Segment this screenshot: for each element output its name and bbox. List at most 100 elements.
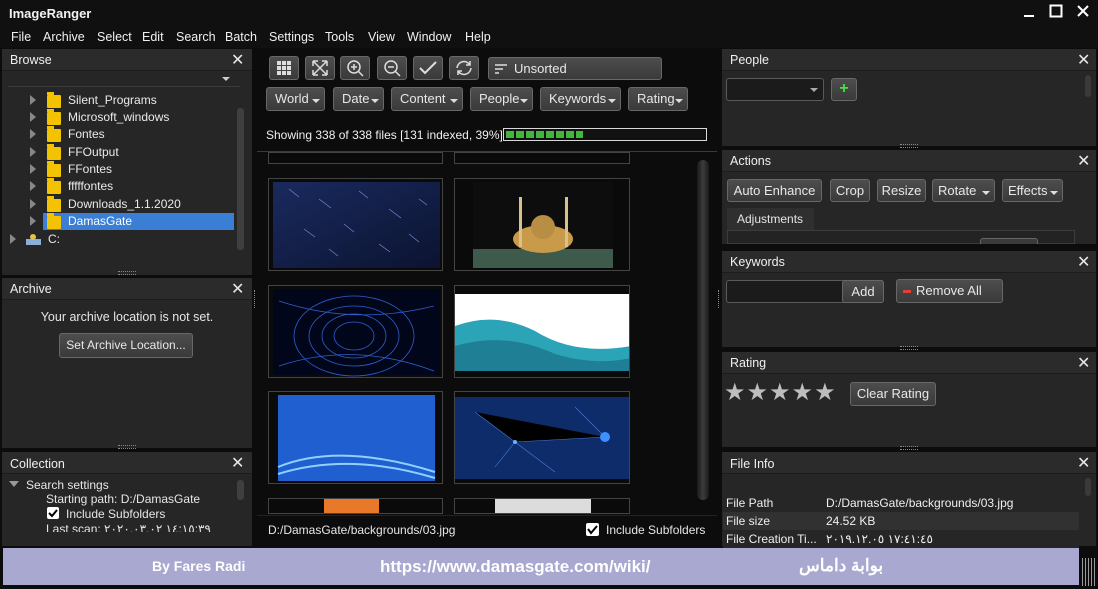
filter-date[interactable]: Date [333, 87, 384, 111]
image-thumbnail[interactable] [454, 391, 630, 484]
thumbnail-scrollbar[interactable] [697, 160, 709, 500]
menu-view[interactable]: View [368, 30, 395, 44]
resize-grip[interactable] [118, 445, 136, 449]
auto-enhance-button[interactable]: Auto Enhance [727, 179, 822, 202]
tab-adjustments[interactable]: Adjustments [727, 208, 814, 230]
image-thumbnail[interactable] [268, 498, 443, 514]
tree-item-folder[interactable]: Microsoft_windows [28, 109, 234, 126]
clear-rating-button[interactable]: Clear Rating [850, 382, 936, 406]
star-icon[interactable]: ★ [724, 379, 746, 406]
image-thumbnail[interactable] [454, 178, 630, 271]
expand-icon[interactable] [30, 181, 36, 191]
add-keyword-button[interactable]: Add [842, 280, 884, 303]
remove-all-button[interactable]: Remove All [896, 279, 1003, 303]
rating-stars[interactable]: ★★★★★ [724, 378, 837, 408]
close-icon[interactable]: ✕ [1077, 353, 1090, 373]
tree-item-folder[interactable]: fffffontes [28, 178, 234, 195]
zoom-in-icon[interactable] [340, 56, 370, 80]
expand-icon[interactable] [30, 129, 36, 139]
filter-keywords[interactable]: Keywords [540, 87, 621, 111]
resize-button[interactable]: Resize [877, 179, 926, 202]
resize-grip[interactable] [900, 144, 918, 148]
browse-dropdown-icon[interactable] [222, 77, 230, 81]
image-thumbnail[interactable] [268, 391, 443, 484]
filter-world[interactable]: World [266, 87, 325, 111]
filter-content[interactable]: Content [391, 87, 463, 111]
refresh-icon[interactable] [449, 56, 479, 80]
zoom-out-icon[interactable] [377, 56, 407, 80]
browse-scrollbar[interactable] [237, 108, 244, 250]
rotate-button[interactable]: Rotate [932, 179, 995, 202]
expand-icon[interactable] [30, 95, 36, 105]
splitter-grip[interactable] [718, 290, 721, 308]
sort-dropdown[interactable]: Unsorted [488, 57, 662, 80]
close-icon[interactable]: ✕ [1077, 252, 1090, 272]
expand-icon[interactable] [30, 112, 36, 122]
expand-icon[interactable] [30, 199, 36, 209]
menu-tools[interactable]: Tools [325, 30, 354, 44]
people-scrollbar[interactable] [1085, 75, 1091, 97]
menu-edit[interactable]: Edit [142, 30, 164, 44]
close-icon[interactable]: ✕ [231, 453, 244, 473]
checkmark-icon[interactable] [413, 56, 443, 80]
tree-item-folder[interactable]: Fontes [28, 126, 234, 143]
close-window-icon[interactable] [1072, 4, 1094, 24]
splitter-grip[interactable] [254, 290, 257, 308]
filter-people[interactable]: People [470, 87, 533, 111]
fileinfo-scrollbar[interactable] [1085, 478, 1091, 496]
star-icon[interactable]: ★ [814, 379, 836, 406]
effects-button[interactable]: Effects [1002, 179, 1063, 202]
include-subfolders-checkbox[interactable] [586, 523, 599, 536]
collapse-icon[interactable] [9, 481, 19, 487]
resize-handle[interactable] [1082, 558, 1096, 586]
image-thumbnail[interactable] [454, 285, 630, 378]
star-icon[interactable]: ★ [792, 379, 814, 406]
menu-file[interactable]: File [11, 30, 31, 44]
image-thumbnail[interactable] [454, 498, 630, 514]
menu-select[interactable]: Select [97, 30, 132, 44]
image-thumbnail[interactable] [268, 152, 443, 164]
crop-button[interactable]: Crop [830, 179, 870, 202]
image-thumbnail[interactable] [454, 152, 630, 164]
menu-search[interactable]: Search [176, 30, 216, 44]
close-icon[interactable]: ✕ [1077, 453, 1090, 473]
expand-icon[interactable] [30, 216, 36, 226]
tree-item-folder[interactable]: Silent_Programs [28, 92, 234, 109]
expand-icon[interactable] [30, 147, 36, 157]
resize-grip[interactable] [900, 446, 918, 450]
include-subfolders-checkbox[interactable] [47, 507, 59, 519]
adjustment-control[interactable] [980, 238, 1038, 244]
close-icon[interactable]: ✕ [231, 50, 244, 70]
set-archive-location-button[interactable]: Set Archive Location... [59, 333, 193, 358]
expand-icon[interactable] [10, 234, 16, 244]
menu-settings[interactable]: Settings [269, 30, 314, 44]
people-select[interactable] [726, 78, 824, 101]
tree-item-folder[interactable]: Downloads_1.1.2020 [28, 196, 234, 213]
image-thumbnail[interactable] [268, 178, 443, 271]
resize-grip[interactable] [118, 271, 136, 275]
menu-batch[interactable]: Batch [225, 30, 257, 44]
filter-rating[interactable]: Rating [628, 87, 688, 111]
tree-item-folder[interactable]: FFontes [28, 161, 234, 178]
image-thumbnail[interactable] [268, 285, 443, 378]
star-icon[interactable]: ★ [747, 379, 769, 406]
tree-item-folder[interactable]: FFOutput [28, 144, 234, 161]
star-icon[interactable]: ★ [769, 379, 791, 406]
add-person-button[interactable]: + [831, 78, 857, 101]
close-icon[interactable]: ✕ [1077, 151, 1090, 171]
fit-screen-icon[interactable] [305, 56, 335, 80]
close-icon[interactable]: ✕ [231, 279, 244, 299]
minimize-icon[interactable] [1018, 4, 1040, 24]
tree-item-selected[interactable]: DamasGate [28, 213, 234, 230]
menu-help[interactable]: Help [465, 30, 491, 44]
resize-grip[interactable] [900, 346, 918, 350]
tree-item-drive[interactable]: C: [8, 231, 234, 248]
expand-icon[interactable] [30, 164, 36, 174]
maximize-icon[interactable] [1045, 4, 1067, 24]
close-icon[interactable]: ✕ [1077, 50, 1090, 70]
menu-archive[interactable]: Archive [43, 30, 85, 44]
menu-window[interactable]: Window [407, 30, 451, 44]
chevron-down-icon [982, 191, 990, 195]
collection-scrollbar[interactable] [237, 480, 244, 500]
grid-view-icon[interactable] [269, 56, 299, 80]
